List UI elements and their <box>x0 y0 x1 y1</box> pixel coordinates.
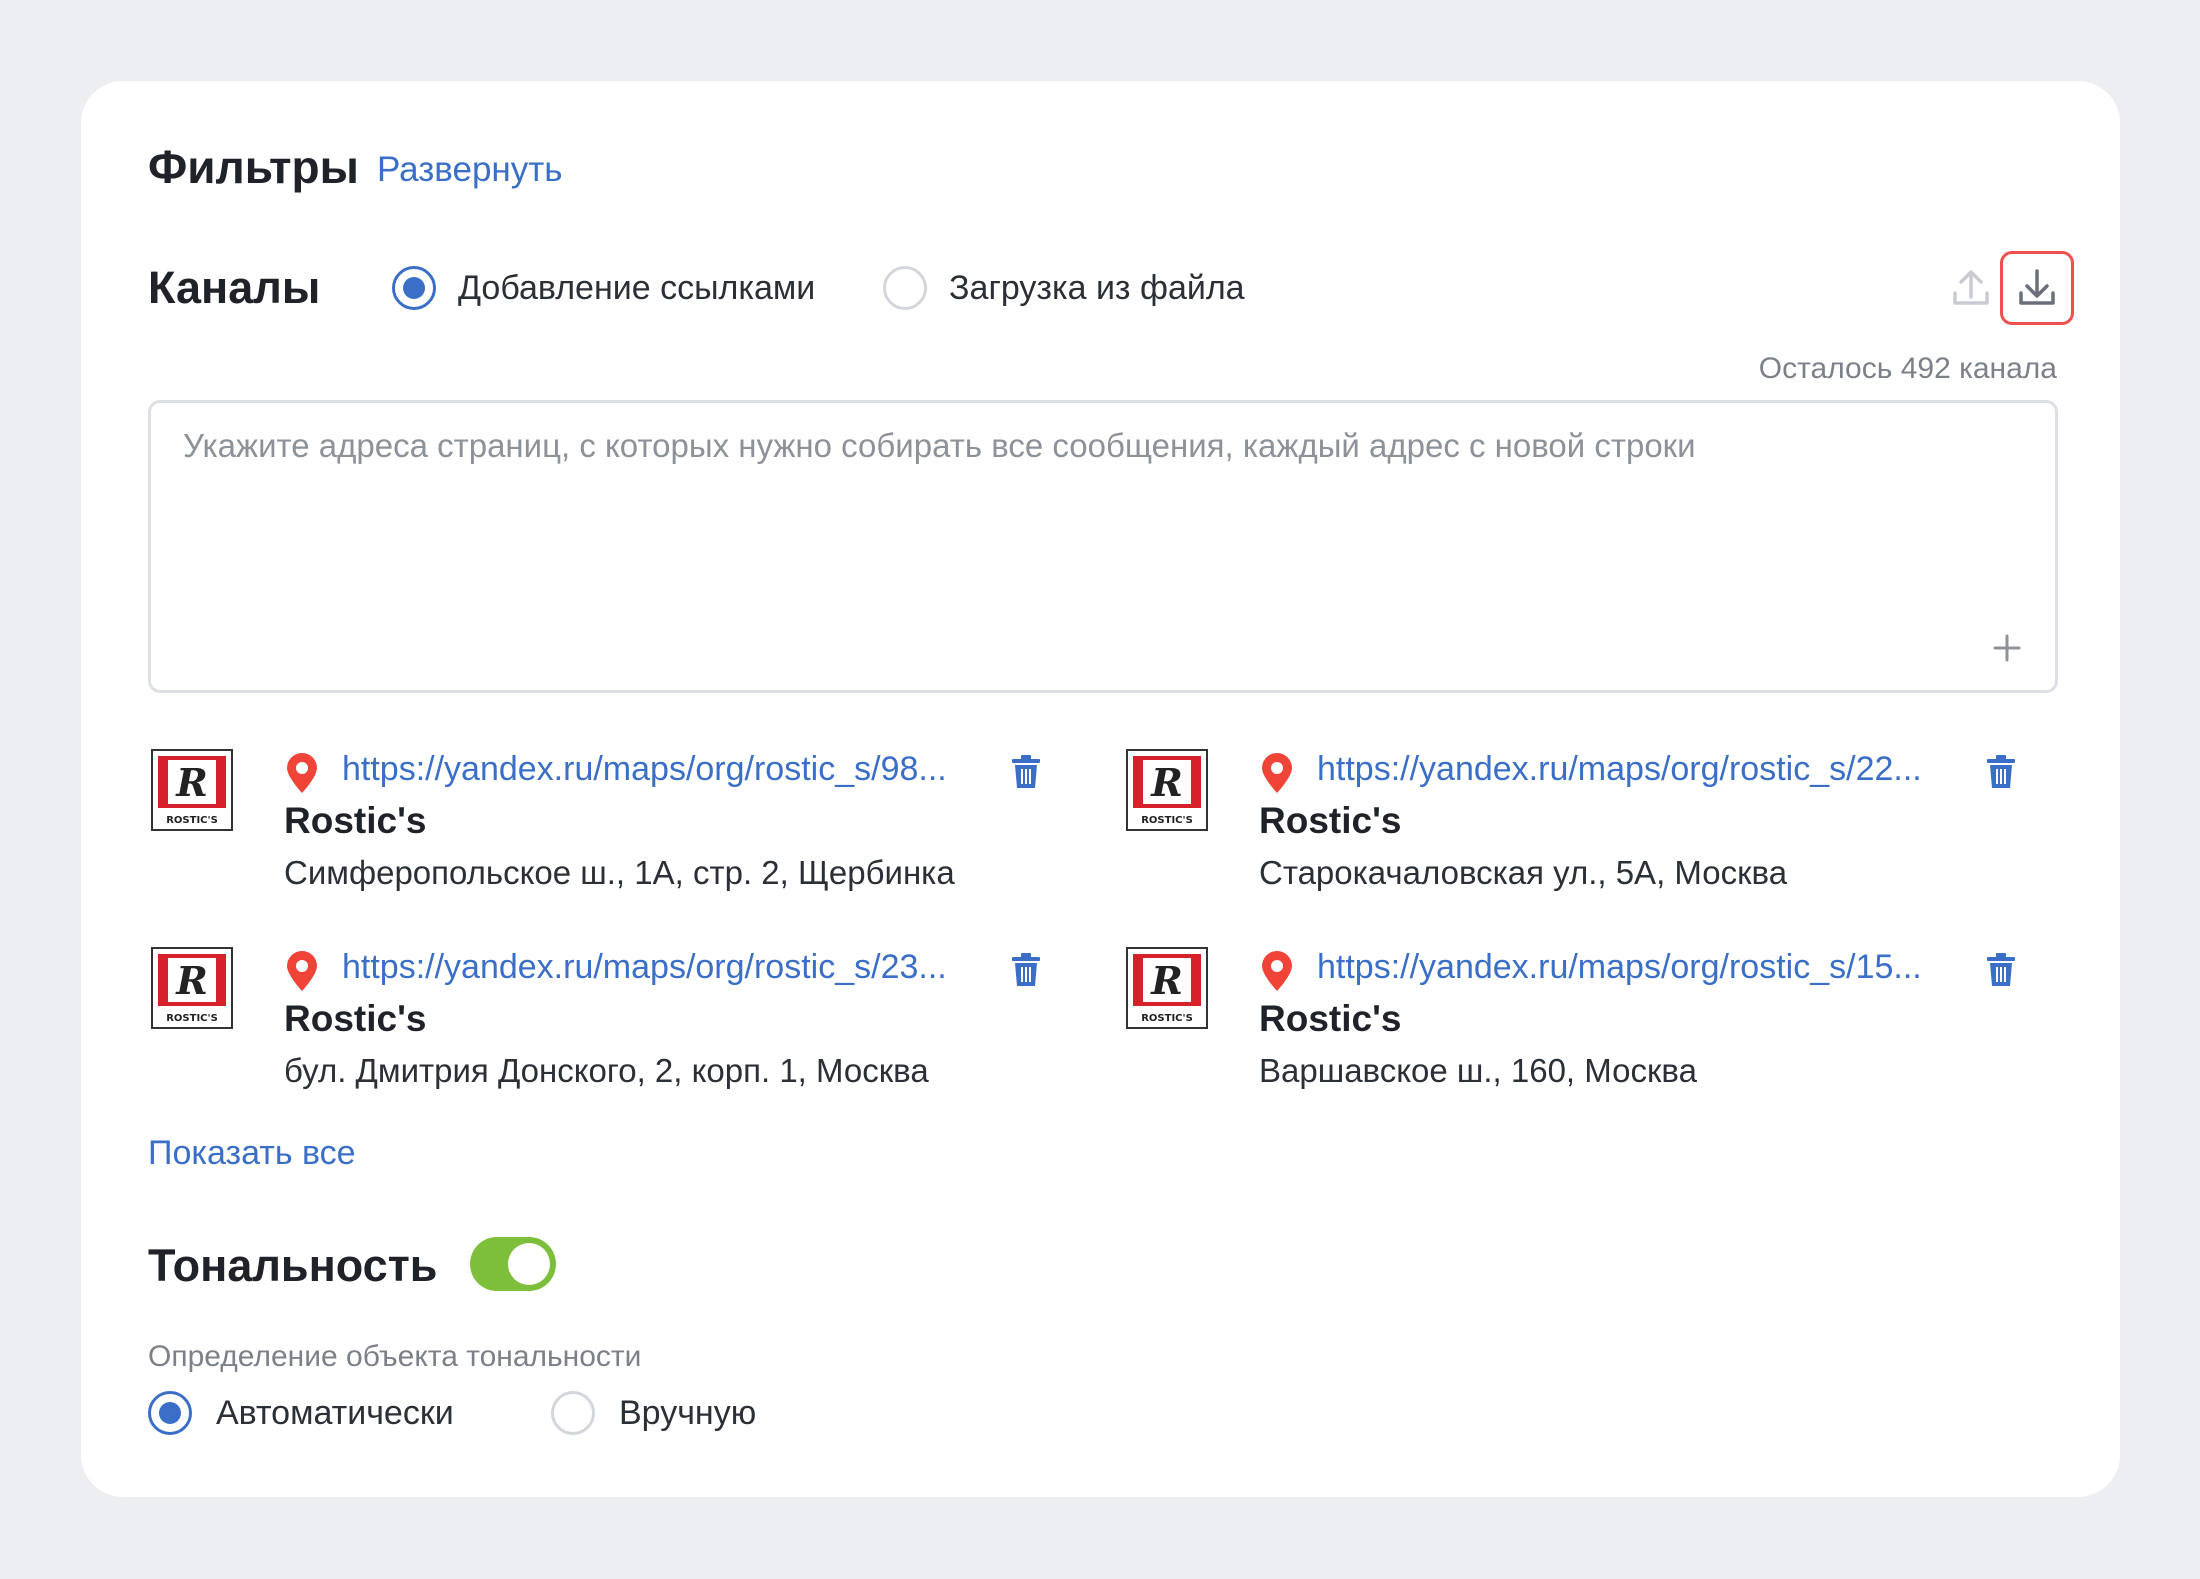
radio-label: Добавление ссылками <box>458 268 816 307</box>
tonality-object-label: Определение объекта тональности <box>148 1340 642 1373</box>
channel-name: Rostic's <box>284 998 427 1039</box>
channel-address: Симферопольское ш., 1А, стр. 2, Щербинка <box>284 854 955 891</box>
toggle-knob <box>508 1243 550 1285</box>
map-pin-icon <box>1262 951 1292 991</box>
remaining-channels-count: Осталось 492 канала <box>1758 352 2057 385</box>
channel-links-textarea[interactable]: Укажите адреса страниц, с которых нужно … <box>148 400 2058 693</box>
channel-address: Варшавское ш., 160, Москва <box>1259 1052 1697 1089</box>
radio-add-by-links[interactable]: Добавление ссылками <box>392 266 815 310</box>
trash-icon[interactable] <box>1985 952 2017 988</box>
rostics-logo: R ROSTIC'S <box>151 749 233 831</box>
map-pin-icon <box>287 753 317 793</box>
radio-manual[interactable]: Вручную <box>551 1391 756 1435</box>
tonality-title: Тональность <box>148 1240 438 1291</box>
trash-icon[interactable] <box>1985 754 2017 790</box>
svg-text:R: R <box>1150 760 1183 805</box>
radio-button[interactable] <box>551 1391 595 1435</box>
rostics-logo: R ROSTIC'S <box>151 947 233 1029</box>
channel-name: Rostic's <box>284 800 427 841</box>
trash-icon[interactable] <box>1010 754 1042 790</box>
filters-title: Фильтры <box>148 141 359 193</box>
upload-button[interactable] <box>1934 251 2008 325</box>
radio-button[interactable] <box>148 1391 192 1435</box>
map-pin-icon <box>287 951 317 991</box>
channel-item: R ROSTIC'S https://yandex.ru/maps/org/ro… <box>1125 748 2025 908</box>
map-pin-icon <box>1262 753 1292 793</box>
channel-item: R ROSTIC'S https://yandex.ru/maps/org/ro… <box>1125 946 2025 1106</box>
rostics-logo: R ROSTIC'S <box>1126 947 1208 1029</box>
expand-filters-link[interactable]: Развернуть <box>377 150 563 190</box>
svg-text:R: R <box>175 760 208 805</box>
download-button[interactable] <box>2000 251 2074 325</box>
channel-url-link[interactable]: https://yandex.ru/maps/org/rostic_s/98..… <box>342 750 992 789</box>
radio-label: Автоматически <box>216 1393 454 1432</box>
textarea-placeholder: Укажите адреса страниц, с которых нужно … <box>183 427 1696 464</box>
svg-text:ROSTIC'S: ROSTIC'S <box>1141 1013 1193 1024</box>
radio-button[interactable] <box>883 266 927 310</box>
channel-name: Rostic's <box>1259 800 1402 841</box>
download-icon <box>2019 269 2055 305</box>
channel-url-link[interactable]: https://yandex.ru/maps/org/rostic_s/23..… <box>342 948 992 987</box>
tonality-toggle[interactable] <box>470 1237 556 1291</box>
svg-text:ROSTIC'S: ROSTIC'S <box>166 815 218 826</box>
trash-icon[interactable] <box>1010 952 1042 988</box>
channel-item: R ROSTIC'S https://yandex.ru/maps/org/ro… <box>150 946 1050 1106</box>
svg-text:ROSTIC'S: ROSTIC'S <box>1141 815 1193 826</box>
upload-icon <box>1953 270 1989 305</box>
channel-address: Старокачаловская ул., 5А, Москва <box>1259 854 1788 891</box>
show-all-link[interactable]: Показать все <box>148 1134 356 1173</box>
channel-url-link[interactable]: https://yandex.ru/maps/org/rostic_s/22..… <box>1317 750 1967 789</box>
channel-name: Rostic's <box>1259 998 1402 1039</box>
svg-text:ROSTIC'S: ROSTIC'S <box>166 1013 218 1024</box>
rostics-logo: R ROSTIC'S <box>1126 749 1208 831</box>
channels-title: Каналы <box>148 262 321 313</box>
radio-automatic[interactable]: Автоматически <box>148 1391 454 1435</box>
radio-upload-from-file[interactable]: Загрузка из файла <box>883 266 1245 310</box>
radio-label: Загрузка из файла <box>949 268 1245 307</box>
svg-text:R: R <box>1150 958 1183 1003</box>
channel-url-link[interactable]: https://yandex.ru/maps/org/rostic_s/15..… <box>1317 948 1967 987</box>
add-link-button[interactable] <box>1987 628 2027 668</box>
channel-item: R ROSTIC'S https://yandex.ru/maps/org/ro… <box>150 748 1050 908</box>
channel-address: бул. Дмитрия Донского, 2, корп. 1, Москв… <box>284 1052 929 1089</box>
svg-text:R: R <box>175 958 208 1003</box>
plus-icon <box>1993 634 2021 662</box>
radio-button[interactable] <box>392 266 436 310</box>
radio-label: Вручную <box>619 1393 757 1432</box>
